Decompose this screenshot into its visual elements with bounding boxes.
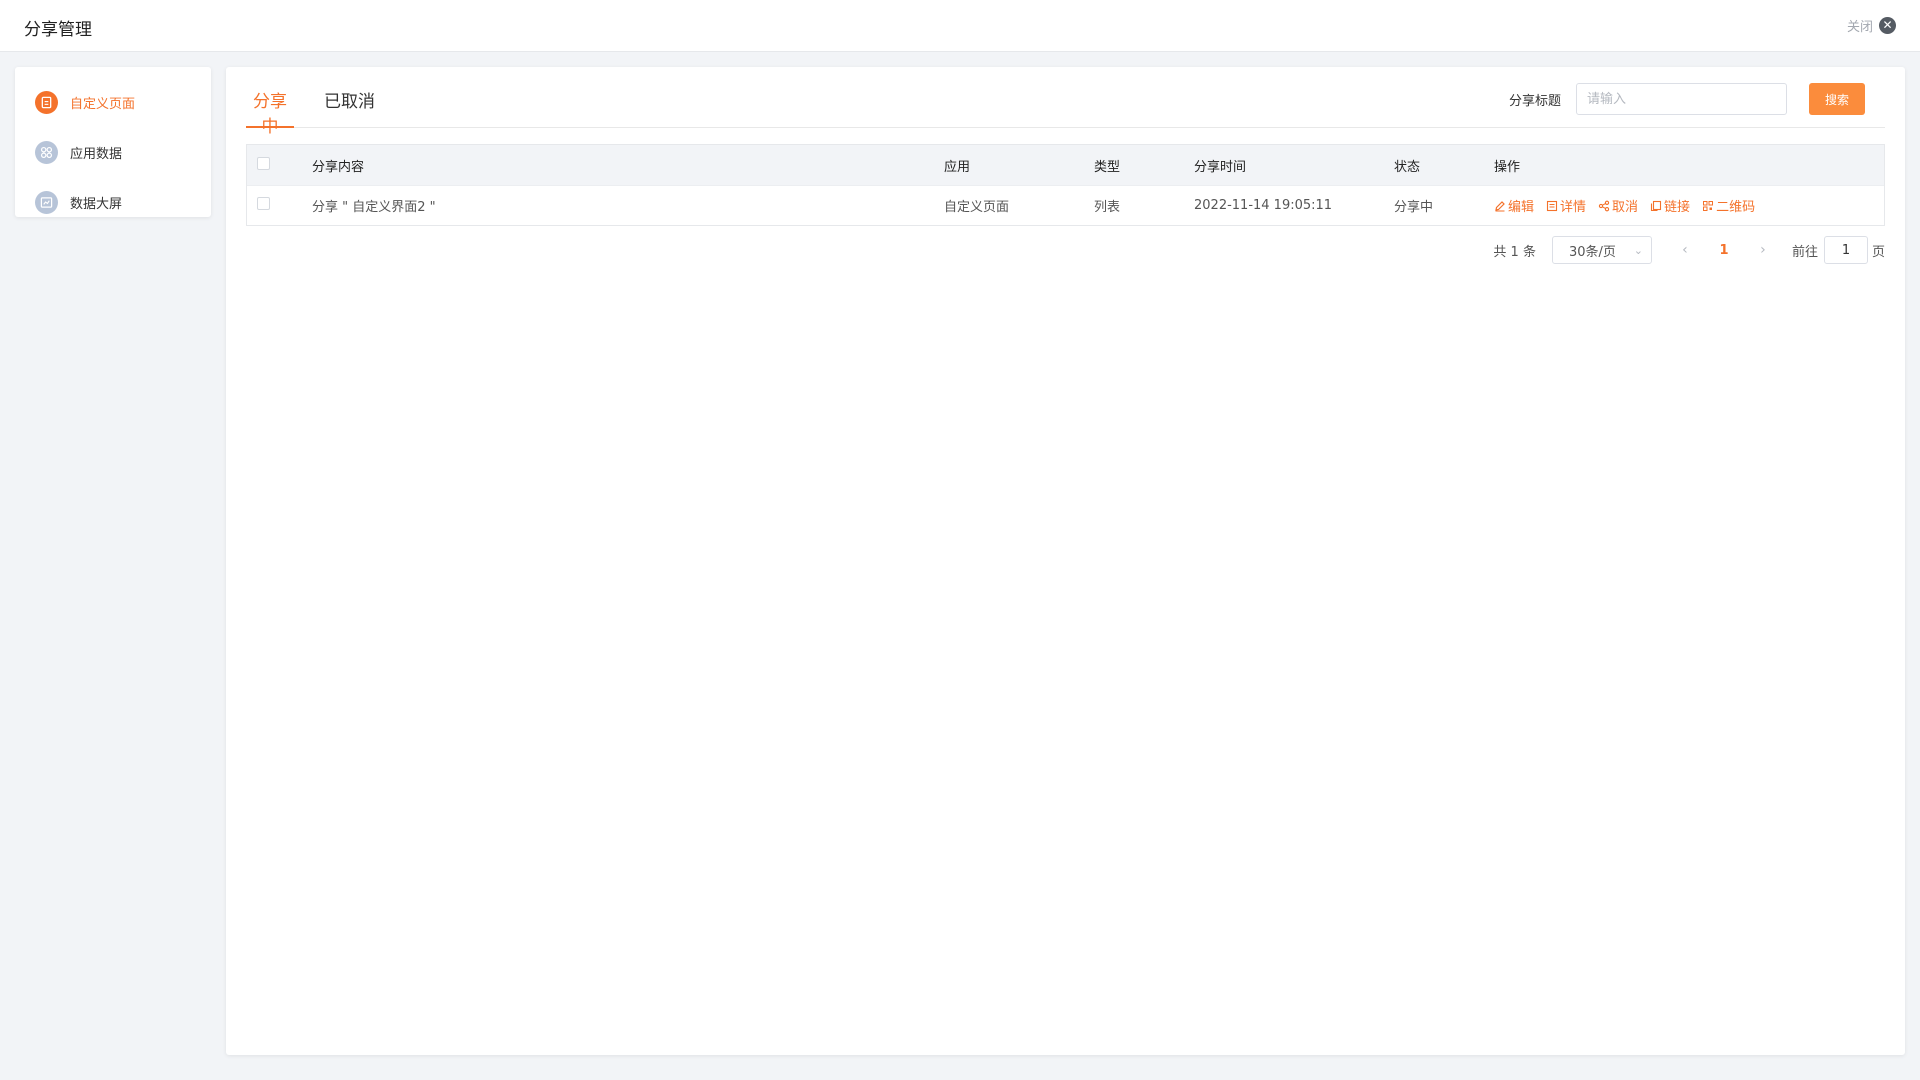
select-all-cell (247, 156, 312, 174)
qrcode-button[interactable]: 二维码 (1702, 196, 1755, 215)
next-page-icon[interactable]: › (1748, 242, 1778, 258)
column-header: 操作 (1494, 159, 1521, 175)
edit-button[interactable]: 编辑 (1494, 196, 1534, 215)
search-bar: 分享标题 搜索 (1509, 83, 1865, 115)
share-time: 2022-11-14 19:05:11 (1194, 198, 1333, 213)
copy-icon (1650, 200, 1662, 211)
table-header: 分享内容 应用 类型 分享时间 状态 操作 (247, 145, 1884, 185)
row-checkbox[interactable] (257, 197, 270, 210)
share-app: 自定义页面 (944, 200, 1010, 215)
detail-button[interactable]: 详情 (1546, 196, 1586, 215)
row-select-cell (247, 197, 312, 214)
apps-grid-icon (35, 140, 58, 164)
dashboard-screen-icon (35, 190, 58, 214)
tab-bar: 分享中 已取消 分享标题 搜索 (246, 67, 1885, 137)
sidebar-item-custom-page[interactable]: 自定义页面 (15, 77, 211, 127)
document-icon (35, 90, 58, 114)
detail-label: 详情 (1560, 200, 1587, 215)
select-all-checkbox[interactable] (257, 156, 270, 170)
page-number-current[interactable]: 1 (1700, 243, 1748, 258)
tab-cancelled[interactable]: 已取消 (324, 87, 375, 128)
top-bar: 分享管理 关闭 ✕ (0, 0, 1920, 52)
sidebar: 自定义页面 应用数据 数据大屏 (15, 67, 211, 217)
search-input[interactable] (1576, 83, 1787, 115)
sidebar-item-data-screen[interactable]: 数据大屏 (15, 177, 211, 227)
edit-icon (1495, 200, 1505, 211)
search-button[interactable]: 搜索 (1809, 83, 1865, 115)
chevron-down-icon: ⌄ (1633, 243, 1643, 257)
sidebar-item-label: 数据大屏 (70, 196, 123, 212)
share-table: 分享内容 应用 类型 分享时间 状态 操作 分享 " 自定义界面2 " 自定义页… (246, 144, 1885, 226)
share-type: 列表 (1094, 200, 1121, 215)
search-label: 分享标题 (1508, 93, 1561, 109)
page-title: 分享管理 (24, 20, 92, 40)
sidebar-item-label: 应用数据 (70, 146, 123, 162)
goto-page-input[interactable] (1823, 236, 1868, 264)
prev-page-icon[interactable]: ‹ (1670, 242, 1700, 258)
total-count: 共 1 条 (1493, 244, 1536, 260)
close-icon[interactable]: ✕ (1879, 17, 1896, 34)
qrcode-label: 二维码 (1716, 200, 1756, 215)
goto-suffix: 页 (1871, 244, 1885, 260)
goto-label: 前往 (1791, 244, 1818, 260)
tab-sharing[interactable]: 分享中 (246, 87, 294, 137)
cancel-share-button[interactable]: 取消 (1598, 196, 1638, 215)
row-actions: 编辑 详情 取消 链接 二维码 (1494, 196, 1874, 215)
pagination: 共 1 条 30条/页 ⌄ ‹ 1 › 前往 页 (1493, 236, 1885, 264)
cancel-share-label: 取消 (1612, 200, 1639, 215)
main-panel: 分享中 已取消 分享标题 搜索 分享内容 应用 类型 分享时间 状态 操作 分享… (226, 67, 1905, 1055)
qrcode-icon (1703, 200, 1714, 211)
sidebar-item-label: 自定义页面 (70, 96, 136, 112)
column-header: 分享时间 (1194, 159, 1247, 175)
page-size-select[interactable]: 30条/页 ⌄ (1551, 236, 1652, 264)
share-icon (1598, 200, 1610, 211)
column-header: 分享内容 (312, 159, 365, 175)
close-label: 关闭 (1846, 20, 1873, 35)
page-size-value: 30条/页 (1568, 244, 1616, 260)
share-content: 分享 " 自定义界面2 " (312, 200, 436, 215)
edit-label: 编辑 (1508, 200, 1535, 215)
column-header: 状态 (1394, 159, 1421, 175)
share-status: 分享中 (1394, 200, 1434, 215)
column-header: 类型 (1094, 159, 1121, 175)
detail-icon (1546, 200, 1558, 211)
sidebar-item-app-data[interactable]: 应用数据 (15, 127, 211, 177)
column-header: 应用 (944, 159, 971, 175)
table-row: 分享 " 自定义界面2 " 自定义页面 列表 2022-11-14 19:05:… (247, 185, 1884, 225)
link-label: 链接 (1664, 200, 1691, 215)
link-button[interactable]: 链接 (1650, 196, 1690, 215)
close-button[interactable]: 关闭 ✕ (1847, 16, 1896, 35)
